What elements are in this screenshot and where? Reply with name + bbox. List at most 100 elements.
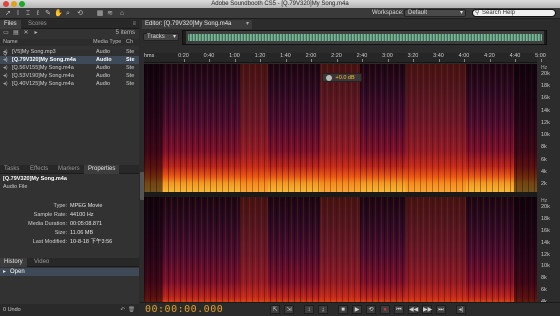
frequency-tick-label: 16k bbox=[541, 227, 550, 234]
zoom-tool-icon[interactable]: ⌕ bbox=[64, 10, 72, 17]
tab-markers[interactable]: Markers bbox=[54, 165, 84, 174]
ruler-tick-mark bbox=[489, 59, 491, 62]
column-name-header[interactable]: Name bbox=[3, 39, 18, 46]
minimize-window-button[interactable] bbox=[11, 1, 17, 7]
spectrogram-left-channel[interactable] bbox=[144, 64, 537, 192]
ruler-tick-mark bbox=[183, 59, 185, 62]
tab-properties[interactable]: Properties bbox=[84, 165, 120, 174]
go-to-start-button[interactable]: ⏮ bbox=[394, 305, 404, 314]
file-channels: Ste bbox=[126, 73, 135, 79]
loop-play-button[interactable]: ⟲ bbox=[366, 305, 376, 314]
undo-count: 0 Undo bbox=[3, 307, 21, 313]
audio-file-icon: ◂) bbox=[3, 81, 8, 87]
volume-slider-icon[interactable]: ◂) bbox=[456, 305, 466, 314]
window-titlebar: Adobe Soundbooth CS5 - [Q.79V320]My Song… bbox=[0, 0, 560, 8]
import-icon[interactable]: ▤ bbox=[12, 30, 20, 37]
frequency-tick-label: 10k bbox=[541, 132, 550, 139]
close-file-icon[interactable]: ✕ bbox=[22, 30, 30, 37]
close-icon[interactable]: ▾ bbox=[246, 20, 249, 29]
property-value: 11.06 MB bbox=[70, 230, 94, 236]
play-preview-icon[interactable]: ▸ bbox=[32, 30, 40, 37]
editor-tab[interactable]: Editor: [Q.79V320]My Song.m4a ▾ bbox=[142, 20, 252, 29]
file-row[interactable]: ◂) [Q.53V190]My Song.m4a Audio Ste bbox=[0, 72, 139, 80]
frequency-selection-tool-icon[interactable]: ⌶ bbox=[24, 10, 32, 17]
rewind-button[interactable]: ◀◀ bbox=[408, 305, 418, 314]
play-button[interactable]: ▶ bbox=[352, 305, 362, 314]
file-channels: Ste bbox=[126, 57, 135, 63]
close-window-button[interactable] bbox=[3, 1, 9, 7]
trash-icon[interactable]: 🗑 bbox=[128, 304, 135, 316]
ruler-tick-mark bbox=[464, 59, 465, 62]
time-selection-tool-icon[interactable]: I bbox=[14, 10, 22, 17]
zoom-out-time-icon[interactable]: ⇲ bbox=[284, 305, 294, 314]
property-label: Media Duration: bbox=[28, 221, 67, 227]
file-row[interactable]: ◂) [V5]My Song.mp3 Audio Ste bbox=[0, 48, 139, 56]
file-name: [Q.56V155]My Song.m4a bbox=[12, 65, 74, 71]
file-row[interactable]: ◂) [Q.56V155]My Song.m4a Audio Ste bbox=[0, 64, 139, 72]
frequency-tick-label: 8k bbox=[541, 275, 547, 282]
tab-video[interactable]: Video bbox=[30, 258, 53, 267]
selection-tool-icon[interactable]: ➚ bbox=[4, 10, 12, 17]
tracks-select[interactable]: Tracks ▾ bbox=[143, 33, 179, 41]
go-to-end-button[interactable]: ⏭ bbox=[436, 305, 446, 314]
lasso-tool-icon[interactable]: ℓ bbox=[34, 10, 42, 17]
current-time-display[interactable]: 00:00:00.000 bbox=[145, 304, 223, 315]
column-media-type-header[interactable]: Media Type bbox=[93, 39, 121, 46]
ruler-tick-mark bbox=[336, 59, 338, 62]
files-column-header: Name Media Type Ch bbox=[0, 39, 139, 46]
file-row[interactable]: ◂) [Q.40V125]My Song.m4a Audio Ste bbox=[0, 80, 139, 88]
file-channels: Ste bbox=[126, 49, 135, 55]
column-channels-header[interactable]: Ch bbox=[126, 39, 133, 46]
spectrogram-loud-region bbox=[320, 197, 360, 316]
frequency-tick-label: 8k bbox=[541, 144, 547, 151]
hand-tool-icon[interactable]: ✋ bbox=[54, 10, 63, 17]
frequency-scale-left: Hz 20k 18k 16k 14k 12k 10k 8k 6k 4k 2k bbox=[538, 64, 560, 192]
history-footer: 0 Undo ↶ 🗑 bbox=[0, 304, 139, 316]
file-channels: Ste bbox=[126, 65, 135, 71]
zoom-out-amplitude-icon[interactable]: ↨ bbox=[318, 305, 328, 314]
tab-files[interactable]: Files bbox=[0, 20, 21, 29]
ruler-tick-mark bbox=[311, 59, 312, 62]
loop-tool-icon[interactable]: ⟲ bbox=[76, 10, 84, 17]
tab-scores[interactable]: Scores bbox=[24, 20, 51, 29]
frequency-tick-label: 20k bbox=[541, 71, 550, 77]
spectrogram-loud-region bbox=[406, 197, 466, 316]
spectrogram-right-channel[interactable] bbox=[144, 197, 537, 316]
file-row-selected[interactable]: ◂) [Q.79V320]My Song.m4a Audio Ste bbox=[0, 56, 139, 64]
tracks-label: Tracks bbox=[147, 34, 165, 40]
file-name: [Q.40V125]My Song.m4a bbox=[12, 81, 74, 87]
fast-forward-button[interactable]: ▶▶ bbox=[422, 305, 432, 314]
zoom-in-amplitude-icon[interactable]: ↕ bbox=[304, 305, 314, 314]
open-folder-icon[interactable]: ▭ bbox=[2, 30, 10, 37]
audio-file-icon: ◂) bbox=[3, 73, 8, 79]
waveform-view-icon[interactable]: ≋ bbox=[106, 10, 114, 17]
tab-history[interactable]: History bbox=[0, 258, 27, 267]
volume-hud[interactable]: +0.0 dB bbox=[322, 73, 362, 82]
ruler-tick-mark bbox=[234, 59, 236, 62]
time-ruler[interactable]: hms 0:20 0:40 1:00 1:20 1:40 2:00 2:20 2:40 3:00… bbox=[144, 53, 546, 63]
zoom-window-button[interactable] bbox=[19, 1, 25, 7]
audio-file-icon: ◂) bbox=[3, 57, 8, 63]
properties-file-title: [Q.79V320]My Song.m4a bbox=[3, 176, 67, 182]
window-title: Adobe Soundbooth CS5 - [Q.79V320]My Song… bbox=[211, 1, 349, 7]
ruler-tick-mark bbox=[438, 59, 440, 62]
tab-tasks[interactable]: Tasks bbox=[0, 165, 23, 174]
overview-waveform[interactable] bbox=[182, 30, 547, 45]
spectral-view-icon[interactable]: ▦ bbox=[96, 10, 104, 17]
ruler-tick-mark bbox=[209, 59, 210, 62]
record-button[interactable]: ● bbox=[380, 305, 390, 314]
metronome-icon[interactable]: ⌂ bbox=[118, 10, 126, 17]
panel-menu-icon[interactable]: ≡ bbox=[132, 20, 136, 29]
frequency-tick-label: 12k bbox=[541, 119, 550, 126]
search-help-input[interactable]: ⚲ Search Help bbox=[472, 9, 556, 17]
brush-tool-icon[interactable]: ✎ bbox=[44, 10, 52, 17]
workspace-select[interactable]: Default ▾ bbox=[404, 9, 466, 17]
stop-button[interactable]: ■ bbox=[338, 305, 348, 314]
zoom-in-time-icon[interactable]: ⇱ bbox=[270, 305, 280, 314]
property-row: Sample Rate: 44100 Hz bbox=[0, 211, 139, 219]
volume-knob-icon[interactable] bbox=[326, 74, 332, 81]
undo-icon[interactable]: ↶ bbox=[120, 304, 125, 316]
ruler-tick-mark bbox=[540, 59, 542, 62]
tab-effects[interactable]: Effects bbox=[26, 165, 52, 174]
history-item[interactable]: ▸ Open bbox=[0, 268, 139, 276]
